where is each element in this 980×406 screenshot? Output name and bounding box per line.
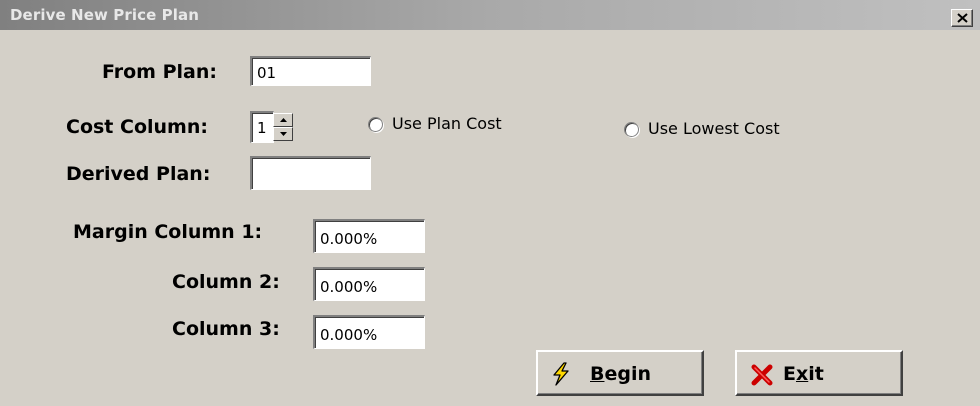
margin-column-1-input[interactable]: 0.000% — [313, 219, 425, 253]
dialog-window: Derive New Price Plan From Plan: 01 Cost… — [0, 0, 980, 406]
close-icon — [957, 13, 968, 23]
use-plan-cost-label: Use Plan Cost — [392, 114, 502, 133]
from-plan-label: From Plan: — [102, 61, 217, 83]
column-2-label: Column 2: — [172, 271, 280, 293]
red-x-icon — [751, 364, 773, 386]
from-plan-input[interactable]: 01 — [250, 56, 371, 86]
derived-plan-label: Derived Plan: — [66, 163, 211, 185]
spin-down-button[interactable] — [273, 127, 293, 141]
exit-button[interactable]: Exit — [735, 350, 903, 396]
use-lowest-cost-radio[interactable] — [624, 122, 639, 137]
close-button[interactable] — [951, 9, 973, 27]
use-lowest-cost-label: Use Lowest Cost — [648, 119, 780, 138]
cost-column-spinner[interactable] — [273, 113, 293, 141]
spin-down-icon — [280, 132, 287, 136]
begin-button[interactable]: Begin — [536, 350, 704, 396]
column-2-input[interactable]: 0.000% — [313, 267, 425, 301]
exit-label: Exit — [783, 363, 824, 385]
use-plan-cost-radio[interactable] — [368, 117, 383, 132]
begin-label: Begin — [590, 363, 652, 385]
spin-up-button[interactable] — [273, 113, 293, 127]
window-title: Derive New Price Plan — [10, 6, 199, 24]
derived-plan-input[interactable] — [250, 156, 371, 190]
column-3-label: Column 3: — [172, 318, 280, 340]
spin-up-icon — [280, 118, 287, 122]
lightning-icon — [553, 362, 569, 386]
cost-column-label: Cost Column: — [66, 116, 208, 138]
cost-column-input[interactable]: 1 — [250, 111, 274, 143]
title-bar[interactable]: Derive New Price Plan — [0, 0, 980, 30]
margin-column-1-label: Margin Column 1: — [73, 221, 263, 243]
column-3-input[interactable]: 0.000% — [313, 315, 425, 349]
